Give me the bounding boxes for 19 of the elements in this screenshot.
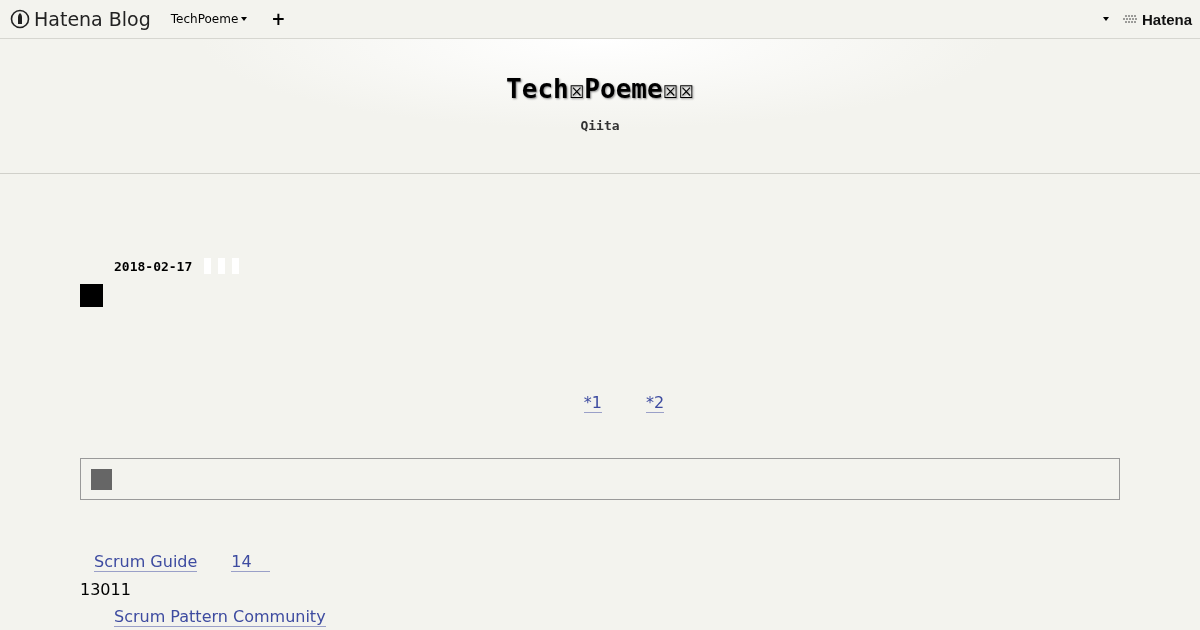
entry-date[interactable]: 2018-02-17 (114, 258, 193, 274)
blog-menu[interactable]: TechPoeme (170, 12, 248, 26)
blog-description: Qiita (580, 118, 620, 133)
brand-link[interactable]: Hatena (1122, 10, 1192, 28)
blog-title[interactable]: Tech☒Poeme☒☒ (506, 74, 694, 104)
footnote-link[interactable]: *2 (646, 393, 665, 413)
text-link[interactable]: Scrum Pattern Community (114, 607, 326, 627)
logo-icon (10, 9, 30, 29)
body-text: 13011 (80, 580, 132, 599)
placeholder-icon (91, 468, 112, 490)
text-link[interactable]: 14 (231, 552, 270, 572)
caret-icon[interactable] (1102, 17, 1109, 21)
caret-icon (241, 17, 248, 21)
footnote-link[interactable]: *1 (583, 393, 602, 413)
logo-icon (1122, 14, 1139, 24)
add-button[interactable]: + (271, 9, 286, 29)
text-link[interactable]: Scrum Guide (94, 552, 198, 572)
heading-marker-icon (80, 284, 103, 307)
logo-link[interactable]: Hatena Blog (10, 8, 151, 30)
